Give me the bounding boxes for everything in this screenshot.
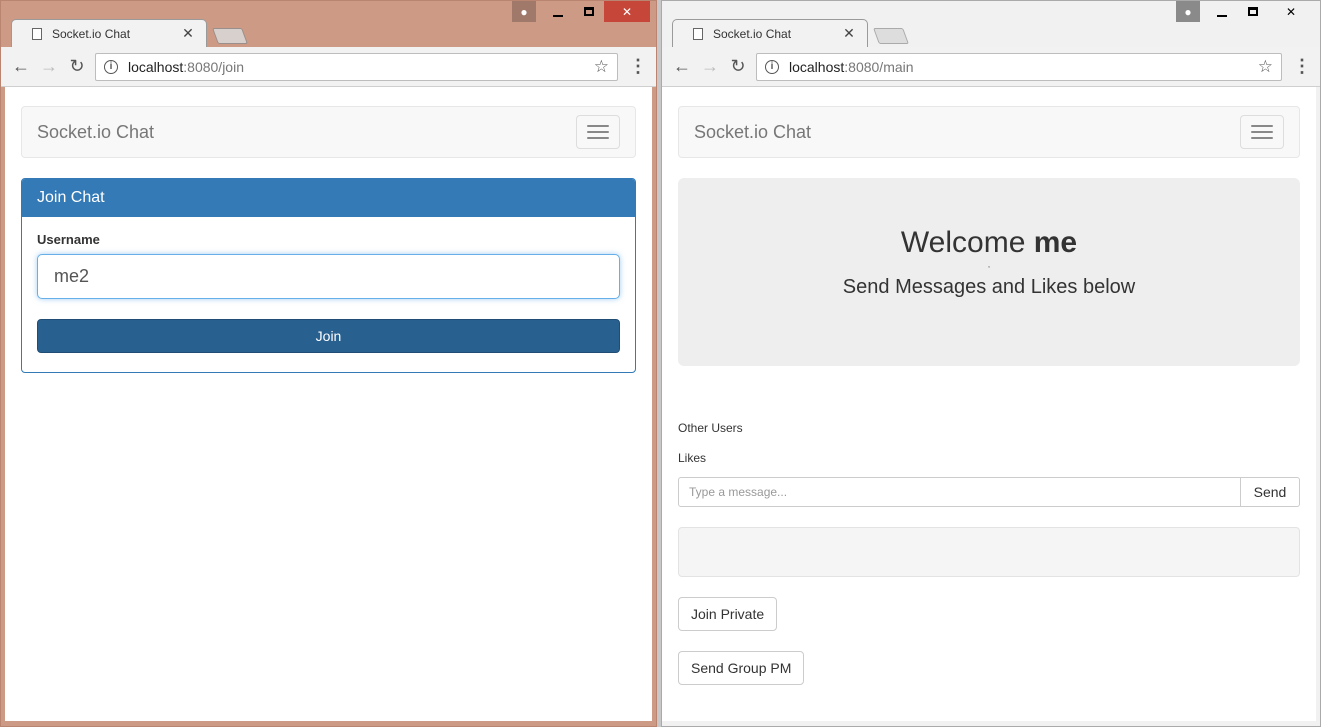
- close-window-button[interactable]: ✕: [1268, 1, 1314, 22]
- navbar: Socket.io Chat: [21, 106, 636, 158]
- address-bar[interactable]: i localhost:8080/main ☆: [756, 52, 1282, 81]
- page-icon: [693, 27, 703, 40]
- info-icon[interactable]: i: [765, 59, 779, 74]
- welcome-jumbotron: Welcome me , Send Messages and Likes bel…: [678, 178, 1300, 366]
- reload-icon[interactable]: ↻: [724, 53, 752, 81]
- send-group-pm-button[interactable]: Send Group PM: [678, 651, 805, 685]
- welcome-username: me: [1033, 226, 1078, 259]
- profile-icon[interactable]: ●: [1176, 1, 1200, 22]
- bookmark-star-icon[interactable]: ☆: [594, 57, 609, 77]
- message-input-group: Send: [678, 477, 1300, 507]
- page-content: Socket.io Chat Welcome me , Send Message…: [662, 87, 1316, 721]
- browser-toolbar: ← → ↻ i localhost:8080/join ☆ ⋮: [1, 47, 656, 87]
- welcome-subtitle: Send Messages and Likes below: [842, 276, 1136, 298]
- page-content: Socket.io Chat Join Chat Username Join: [5, 87, 652, 721]
- minimize-button[interactable]: [542, 1, 573, 22]
- desktop: ● ✕ Socket.io Chat ✕ ← → ↻ i localhost:8…: [0, 0, 1321, 727]
- back-arrow-icon[interactable]: ←: [668, 53, 696, 81]
- tab-strip: Socket.io Chat ✕: [672, 19, 909, 47]
- window-caption-buttons: ● ✕: [512, 1, 650, 23]
- join-button[interactable]: Join: [37, 319, 620, 353]
- separator-text: ,: [987, 260, 991, 269]
- join-private-button[interactable]: Join Private: [678, 597, 778, 631]
- likes-label: Likes: [678, 451, 707, 465]
- new-tab-button[interactable]: [873, 28, 909, 44]
- navbar-brand[interactable]: Socket.io Chat: [37, 122, 154, 143]
- messages-well: [678, 527, 1300, 577]
- page-icon: [32, 27, 42, 40]
- new-tab-button[interactable]: [212, 28, 248, 44]
- browser-toolbar: ← → ↻ i localhost:8080/main ☆ ⋮: [662, 47, 1320, 87]
- url-text: localhost:8080/main: [789, 58, 914, 75]
- tab-socketio-chat[interactable]: Socket.io Chat ✕: [11, 19, 207, 47]
- join-chat-panel: Join Chat Username Join: [21, 178, 636, 373]
- hamburger-menu-icon[interactable]: [576, 115, 620, 149]
- maximize-button[interactable]: [573, 1, 604, 22]
- back-arrow-icon[interactable]: ←: [7, 53, 35, 81]
- username-label: Username: [37, 232, 100, 247]
- username-input[interactable]: [37, 254, 620, 299]
- minimize-button[interactable]: [1206, 1, 1237, 22]
- reload-icon[interactable]: ↻: [63, 53, 91, 81]
- hamburger-menu-icon[interactable]: [1240, 115, 1284, 149]
- bookmark-star-icon[interactable]: ☆: [1258, 57, 1273, 77]
- url-text: localhost:8080/join: [128, 58, 244, 75]
- browser-window-join: ● ✕ Socket.io Chat ✕ ← → ↻ i localhost:8…: [0, 0, 657, 727]
- profile-icon[interactable]: ●: [512, 1, 536, 22]
- window-caption-buttons: ● ✕: [1176, 1, 1314, 23]
- address-bar[interactable]: i localhost:8080/join ☆: [95, 52, 618, 81]
- forward-arrow-icon[interactable]: →: [696, 53, 724, 81]
- maximize-button[interactable]: [1237, 1, 1268, 22]
- panel-title: Join Chat: [22, 179, 635, 217]
- tab-socketio-chat[interactable]: Socket.io Chat ✕: [672, 19, 868, 47]
- navbar: Socket.io Chat: [678, 106, 1300, 158]
- welcome-heading: Welcome me: [900, 226, 1078, 259]
- other-users-label: Other Users: [678, 421, 743, 435]
- tab-close-icon[interactable]: ✕: [841, 25, 857, 42]
- message-input[interactable]: [678, 477, 1241, 507]
- send-button[interactable]: Send: [1241, 477, 1300, 507]
- tab-close-icon[interactable]: ✕: [180, 25, 196, 42]
- navbar-brand[interactable]: Socket.io Chat: [694, 122, 811, 143]
- info-icon[interactable]: i: [104, 59, 118, 74]
- forward-arrow-icon[interactable]: →: [35, 53, 63, 81]
- tab-title: Socket.io Chat: [52, 26, 131, 41]
- browser-menu-icon[interactable]: ⋮: [1290, 56, 1314, 77]
- tab-strip: Socket.io Chat ✕: [11, 19, 248, 47]
- browser-window-main: ● ✕ Socket.io Chat ✕ ← → ↻ i localhost:8…: [661, 0, 1321, 727]
- browser-menu-icon[interactable]: ⋮: [626, 56, 650, 77]
- panel-body: Username Join: [22, 217, 635, 368]
- tab-title: Socket.io Chat: [713, 26, 792, 41]
- close-window-button[interactable]: ✕: [604, 1, 650, 22]
